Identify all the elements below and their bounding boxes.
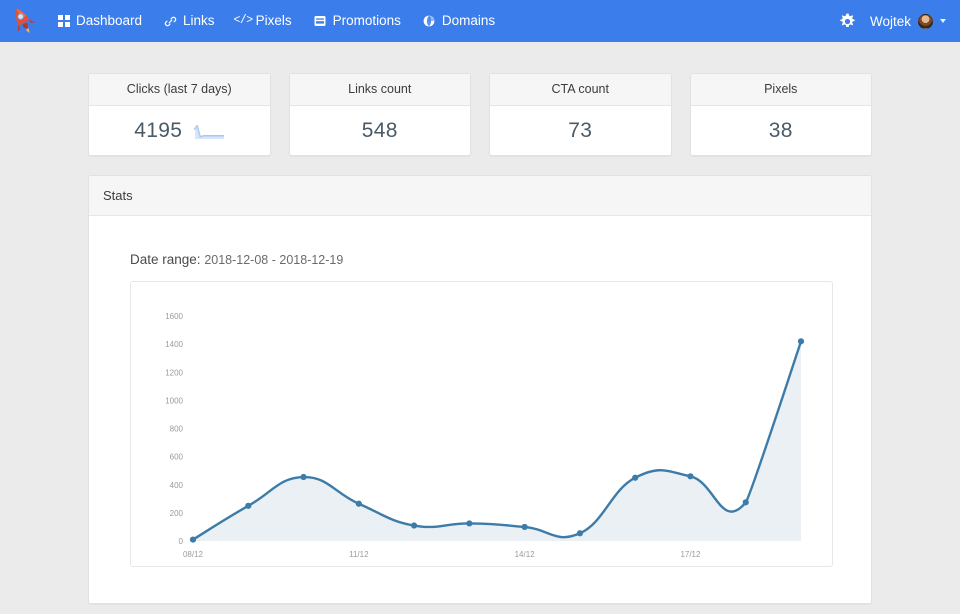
user-menu[interactable]: Wojtek bbox=[870, 14, 946, 29]
svg-text:600: 600 bbox=[170, 453, 184, 462]
stat-card-body: 73 bbox=[490, 106, 671, 155]
date-range-label: Date range: bbox=[130, 252, 201, 267]
stat-card-value: 38 bbox=[769, 119, 793, 143]
date-range-value[interactable]: 2018-12-08 - 2018-12-19 bbox=[204, 253, 343, 267]
stat-card-value: 73 bbox=[568, 119, 592, 143]
avatar bbox=[918, 14, 933, 29]
stat-card-title: CTA count bbox=[490, 74, 671, 106]
clicks-line-chart[interactable]: 0 200 400 600 800 1000 1200 1400 1600 08/12 11/12 1… bbox=[130, 281, 833, 567]
gear-icon[interactable] bbox=[839, 13, 856, 30]
chevron-down-icon bbox=[940, 19, 946, 23]
svg-text:08/12: 08/12 bbox=[183, 550, 204, 559]
stat-card-body: 4195 bbox=[89, 106, 270, 155]
user-name: Wojtek bbox=[870, 14, 911, 29]
svg-text:11/12: 11/12 bbox=[349, 550, 369, 559]
nav-item-label: Links bbox=[183, 14, 215, 28]
link-icon bbox=[164, 15, 177, 28]
nav-item-label: Domains bbox=[442, 14, 495, 28]
svg-text:800: 800 bbox=[170, 425, 184, 434]
stat-card-value: 548 bbox=[362, 119, 398, 143]
svg-text:1400: 1400 bbox=[165, 340, 183, 349]
stat-card-cta-count: CTA count 73 bbox=[489, 73, 672, 156]
stat-card-body: 38 bbox=[691, 106, 872, 155]
nav-item-label: Promotions bbox=[333, 14, 401, 28]
svg-text:1200: 1200 bbox=[165, 368, 183, 377]
stat-card-title: Clicks (last 7 days) bbox=[89, 74, 270, 106]
stats-panel: Stats Date range: 2018-12-08 - 2018-12-1… bbox=[88, 175, 872, 604]
nav-item-promotions[interactable]: Promotions bbox=[303, 8, 412, 34]
stat-card-links-count: Links count 548 bbox=[289, 73, 472, 156]
top-navbar: Dashboard Links </> Pixels Promotions Do… bbox=[0, 0, 960, 42]
stat-card-value: 4195 bbox=[134, 119, 182, 143]
stat-card-title: Pixels bbox=[691, 74, 872, 106]
svg-text:200: 200 bbox=[170, 509, 184, 518]
svg-text:1600: 1600 bbox=[165, 312, 183, 321]
stat-card-clicks: Clicks (last 7 days) 4195 bbox=[88, 73, 271, 156]
stats-panel-title: Stats bbox=[89, 176, 871, 216]
navbar-right: Wojtek bbox=[839, 13, 946, 30]
svg-text:14/12: 14/12 bbox=[515, 550, 536, 559]
nav-item-dashboard[interactable]: Dashboard bbox=[46, 8, 153, 34]
date-range: Date range: 2018-12-08 - 2018-12-19 bbox=[89, 252, 871, 281]
rocket-icon[interactable] bbox=[6, 4, 40, 38]
svg-text:1000: 1000 bbox=[165, 396, 183, 405]
grid-icon bbox=[57, 15, 70, 28]
stats-panel-body: Date range: 2018-12-08 - 2018-12-19 0 200… bbox=[89, 216, 871, 603]
nav-links: Dashboard Links </> Pixels Promotions Do… bbox=[46, 8, 506, 34]
bullhorn-icon bbox=[314, 15, 327, 28]
nav-item-links[interactable]: Links bbox=[153, 8, 226, 34]
stat-card-body: 548 bbox=[290, 106, 471, 155]
stat-card-pixels: Pixels 38 bbox=[690, 73, 873, 156]
svg-text:400: 400 bbox=[170, 481, 184, 490]
stat-card-title: Links count bbox=[290, 74, 471, 106]
nav-item-domains[interactable]: Domains bbox=[412, 8, 506, 34]
nav-item-label: Dashboard bbox=[76, 14, 142, 28]
sparkline-chart bbox=[194, 123, 224, 139]
page-content: Clicks (last 7 days) 4195 Links count 54… bbox=[0, 42, 960, 604]
code-icon: </> bbox=[237, 15, 250, 28]
nav-item-pixels[interactable]: </> Pixels bbox=[226, 8, 303, 34]
svg-text:17/12: 17/12 bbox=[680, 550, 701, 559]
globe-icon bbox=[423, 15, 436, 28]
stat-cards: Clicks (last 7 days) 4195 Links count 54… bbox=[88, 42, 872, 156]
svg-text:0: 0 bbox=[179, 537, 184, 546]
nav-item-label: Pixels bbox=[256, 14, 292, 28]
